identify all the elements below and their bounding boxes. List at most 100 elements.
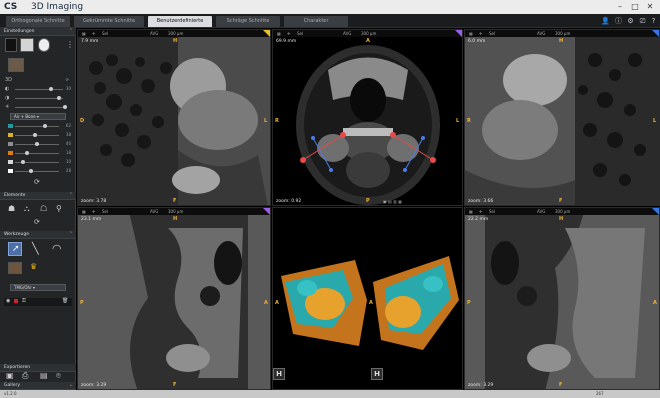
thickness-label[interactable]: 300 µm: [168, 209, 183, 214]
tissue-row[interactable]: 18: [5, 150, 71, 157]
crosshair-icon[interactable]: ✛: [92, 209, 95, 214]
slider-knob[interactable]: [49, 87, 53, 91]
expand-icon[interactable]: ⌄: [69, 382, 73, 388]
eye-icon[interactable]: ◉: [6, 298, 10, 304]
info-icon[interactable]: ⓘ: [614, 17, 623, 26]
collapse-icon[interactable]: ⌃: [69, 192, 73, 198]
export-print-icon[interactable]: ⎙: [22, 371, 28, 381]
head-3d-icon[interactable]: [8, 58, 24, 72]
contrast-slider[interactable]: ◑: [5, 95, 71, 102]
viewport-bottom-center[interactable]: A A H H: [272, 207, 463, 390]
tab-character[interactable]: Charakter: [284, 16, 348, 27]
export-image-icon[interactable]: ▣: [6, 371, 14, 380]
collapse-icon[interactable]: ⌃: [69, 231, 73, 237]
slider-knob[interactable]: [33, 133, 37, 137]
thickness-label[interactable]: 300 µm: [361, 31, 376, 36]
brightness-slider[interactable]: ☀: [5, 104, 71, 111]
select-label[interactable]: Sel: [297, 31, 303, 36]
tissue-row[interactable]: 40: [5, 141, 71, 148]
mode-view-icon[interactable]: [5, 38, 17, 52]
head-orientation-badge[interactable]: H: [371, 368, 383, 380]
color-red-icon[interactable]: [14, 299, 18, 303]
tissue-preset-dropdown[interactable]: Air + Bone ▾: [10, 113, 66, 120]
head-orientation-badge[interactable]: H: [273, 368, 285, 380]
tissue-color-swatch[interactable]: [8, 160, 13, 164]
region-dropdown[interactable]: TMG/Ohr ▾: [10, 284, 66, 291]
avg-label[interactable]: AVG: [343, 31, 351, 36]
slider-knob[interactable]: [21, 160, 25, 164]
crosshair-icon[interactable]: ✛: [479, 209, 482, 214]
viewport-bottom-right[interactable]: ▦ ✛ Sel AVG 300 µm 22.2 mm H P A zoom: 3…: [464, 207, 660, 390]
implant-icon[interactable]: ⚲: [56, 204, 62, 213]
select-label[interactable]: Sel: [489, 209, 495, 214]
view-options-icon[interactable]: ▣ ▤ ▥ ▦: [383, 199, 402, 204]
monitor-icon[interactable]: ⎚: [638, 17, 647, 26]
reset-icon[interactable]: ⟳: [34, 218, 40, 226]
reset-icon[interactable]: ⟳: [66, 77, 69, 82]
angle-tool-icon[interactable]: ◠: [52, 242, 62, 255]
settings-header[interactable]: Einstellungen ⌃: [0, 28, 76, 36]
grid-icon[interactable]: ▦: [82, 209, 86, 214]
tissue-color-swatch[interactable]: [8, 124, 13, 128]
viewport-top-left[interactable]: ▦ ✛ Sel AVG 300 µm 7.9 mm H D L zoom: 3.…: [77, 29, 271, 206]
jaw-icon[interactable]: ☖: [40, 204, 47, 213]
opacity-slider[interactable]: ◐ 30: [5, 86, 71, 93]
skull-front-icon[interactable]: ☗: [8, 204, 15, 213]
avg-label[interactable]: AVG: [537, 31, 545, 36]
slider-knob[interactable]: [63, 105, 67, 109]
lock-icon[interactable]: ⚿: [22, 298, 26, 304]
minimize-button[interactable]: –: [614, 1, 626, 12]
slider-knob[interactable]: [35, 142, 39, 146]
collapse-icon[interactable]: ⌃: [69, 28, 73, 34]
gallery-header[interactable]: Gallery ⌄: [0, 382, 76, 390]
tissue-row[interactable]: 10: [5, 159, 71, 166]
reset-icon[interactable]: ⟳: [34, 178, 40, 186]
teeth-icon[interactable]: ♛: [30, 262, 37, 271]
pointer-tool-button[interactable]: ➚: [8, 242, 22, 256]
skull-icon[interactable]: [20, 38, 34, 52]
tab-orthogonal[interactable]: Orthogonale Schnitte: [6, 16, 70, 27]
slider-knob[interactable]: [25, 151, 29, 155]
close-button[interactable]: ✕: [644, 1, 656, 12]
thickness-label[interactable]: 300 µm: [555, 31, 570, 36]
head-model-icon[interactable]: [8, 262, 22, 274]
grid-icon[interactable]: ▦: [277, 31, 281, 36]
avg-label[interactable]: AVG: [537, 209, 545, 214]
crosshair-icon[interactable]: ✛: [92, 31, 95, 36]
settings-icon[interactable]: ⚙: [626, 17, 635, 26]
elements-header[interactable]: Elemente ⌃: [0, 192, 76, 200]
select-label[interactable]: Sel: [489, 31, 495, 36]
ruler-tool-icon[interactable]: ╲: [32, 242, 39, 255]
slider-knob[interactable]: [29, 169, 33, 173]
tissue-row[interactable]: 38: [5, 132, 71, 139]
skull-side-icon[interactable]: ⛬: [24, 204, 30, 214]
grid-icon[interactable]: ▦: [82, 31, 86, 36]
select-label[interactable]: Sel: [102, 209, 108, 214]
viewport-bottom-left[interactable]: ▦ ✛ Sel AVG 300 µm 23.1 mm H P A zoom: 3…: [77, 207, 271, 390]
avg-label[interactable]: AVG: [150, 31, 158, 36]
tab-custom[interactable]: Benutzerdefinierte Schnitte: [148, 16, 212, 35]
crosshair-icon[interactable]: ✛: [479, 31, 482, 36]
thickness-label[interactable]: 300 µm: [555, 209, 570, 214]
grid-icon[interactable]: ▦: [469, 209, 473, 214]
slider-knob[interactable]: [43, 124, 47, 128]
export-save-icon[interactable]: ▤: [40, 371, 48, 380]
crosshair-icon[interactable]: ✛: [287, 31, 290, 36]
avg-label[interactable]: AVG: [150, 209, 158, 214]
tissue-row[interactable]: 62: [5, 123, 71, 130]
tissue-color-swatch[interactable]: [8, 169, 13, 173]
slider-row[interactable]: 3D ⟳: [5, 77, 71, 84]
tissue-color-swatch[interactable]: [8, 151, 13, 155]
user-icon[interactable]: 👤: [601, 17, 610, 26]
select-label[interactable]: Sel: [102, 31, 108, 36]
export-camera-icon[interactable]: ⌾: [56, 371, 61, 381]
maximize-button[interactable]: □: [629, 1, 641, 12]
tab-oblique[interactable]: Schräge Schnitte: [216, 16, 280, 27]
settings-menu-icon[interactable]: ⋮: [66, 40, 74, 49]
grid-icon[interactable]: ▦: [469, 31, 473, 36]
thickness-label[interactable]: 300 µm: [168, 31, 183, 36]
viewport-top-center[interactable]: ▦ ✛ Sel AVG 300 µm 69.9 mm A R L zoom: 0…: [272, 29, 463, 206]
slider-knob[interactable]: [57, 96, 61, 100]
viewport-top-right[interactable]: ▦ ✛ Sel AVG 300 µm 6.0 mm H R L zoom: 3.…: [464, 29, 660, 206]
mouse-icon[interactable]: [38, 38, 50, 52]
